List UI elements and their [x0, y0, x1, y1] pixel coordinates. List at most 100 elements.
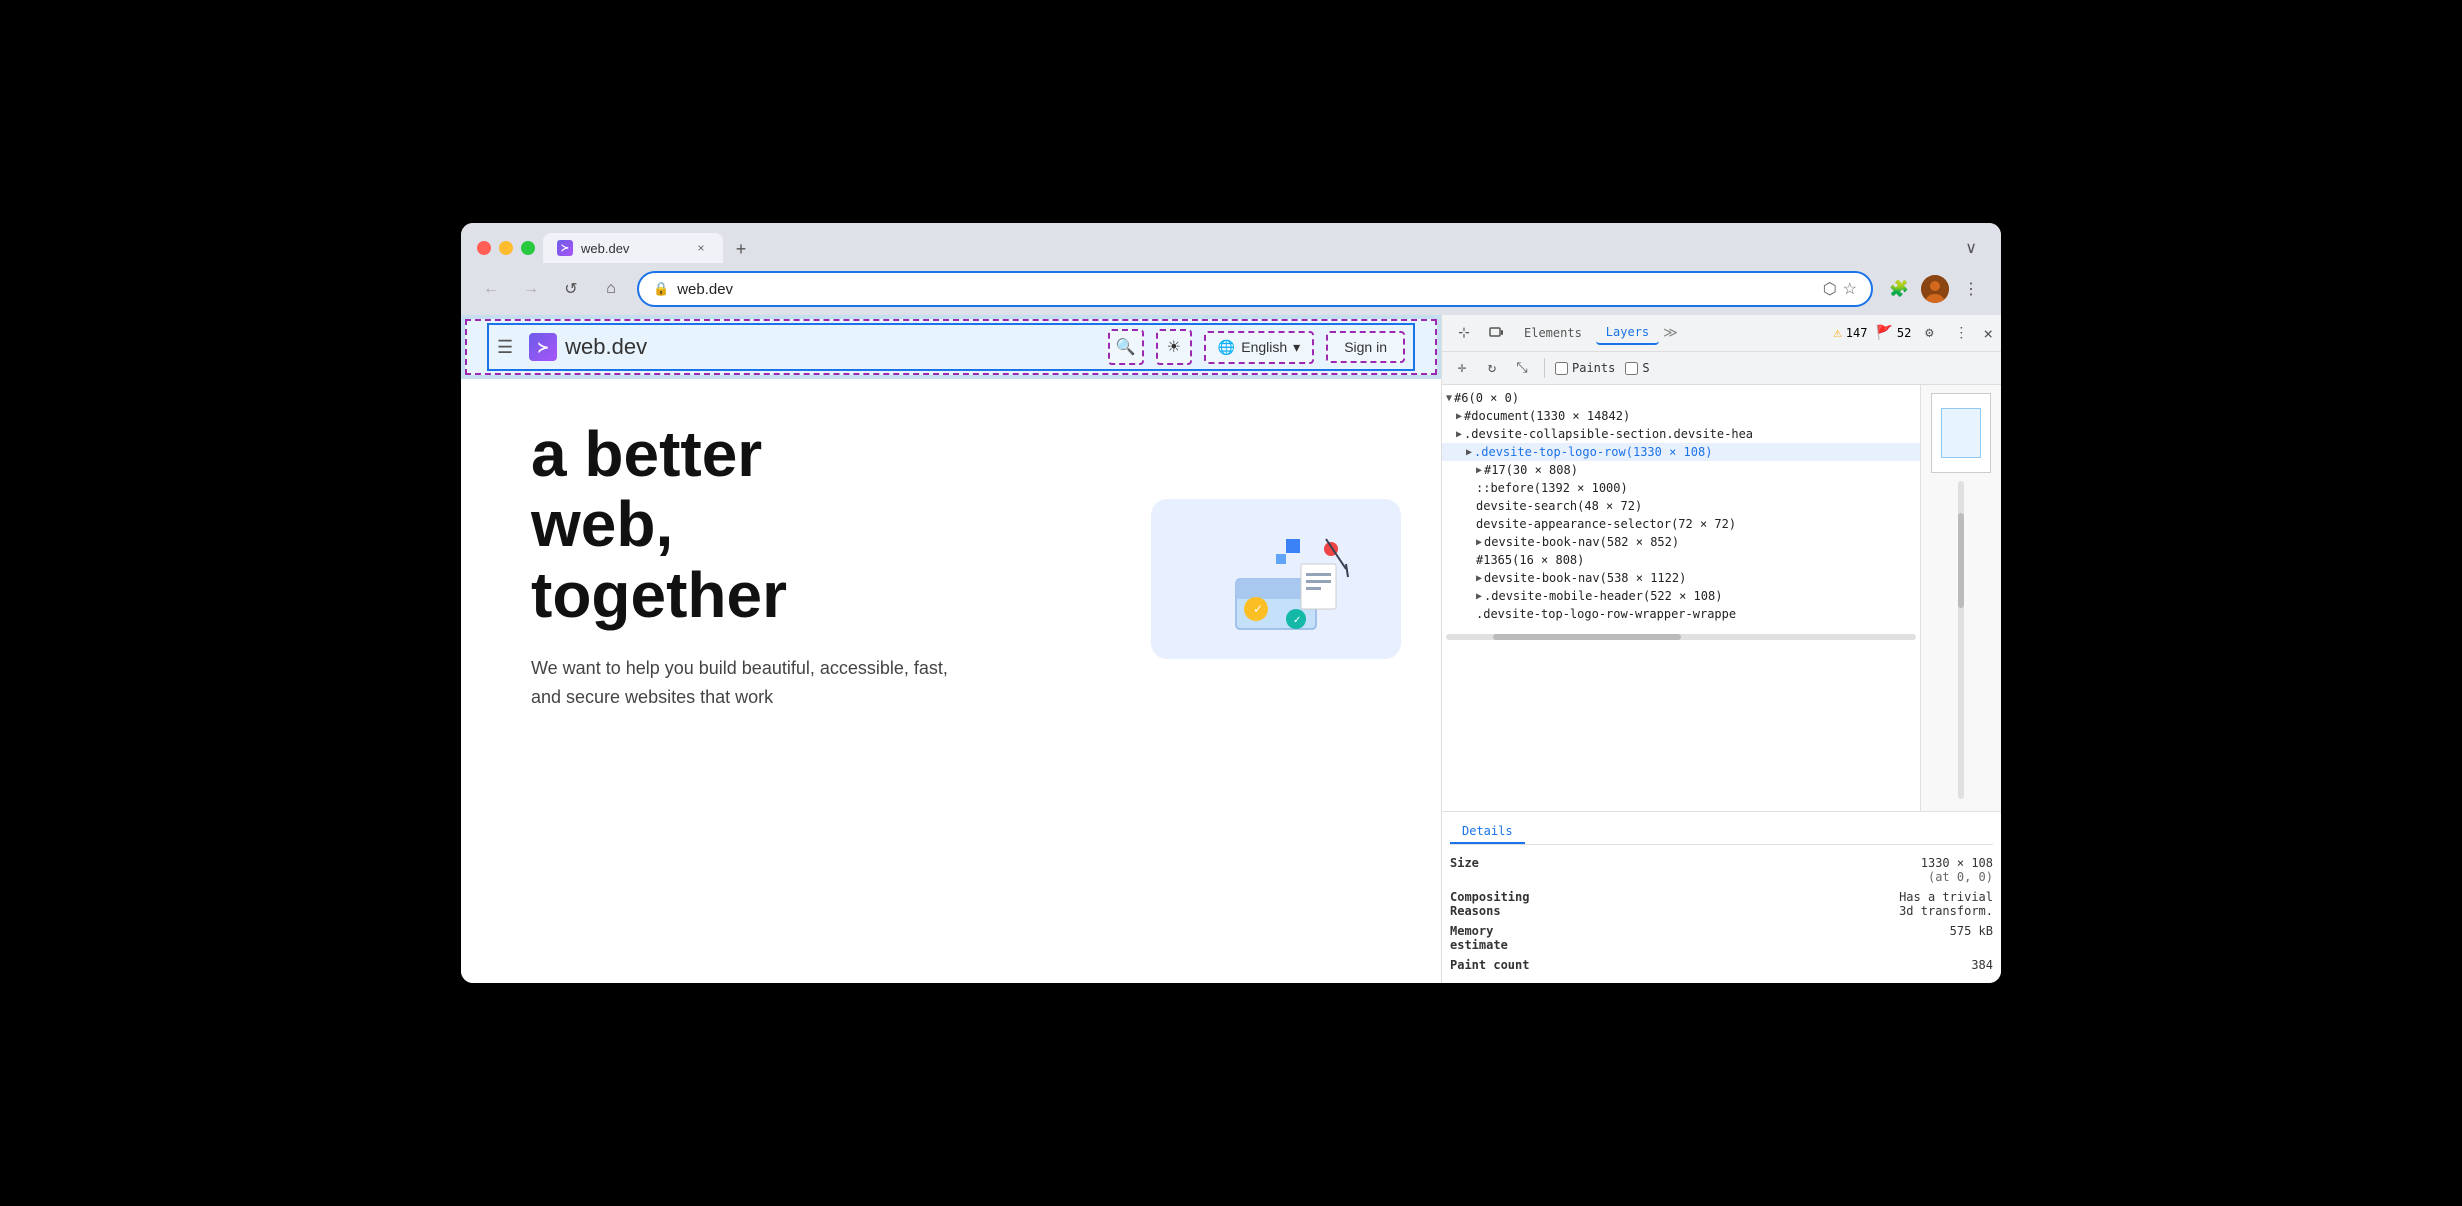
url-text: web.dev: [677, 281, 1815, 298]
devtools-close-button[interactable]: ×: [1983, 324, 1993, 343]
error-count[interactable]: 🚩 52: [1875, 325, 1911, 341]
layer-label: .devsite-top-logo-row-wrapper-wrappe: [1476, 607, 1736, 621]
hero-subtitle: We want to help you build beautiful, acc…: [531, 654, 971, 712]
webdev-nav-inner: ☰ ≻ web.dev 🔍 ☀: [487, 323, 1415, 371]
tab-close-button[interactable]: ×: [693, 240, 709, 256]
svg-text:✓: ✓: [1293, 615, 1301, 626]
home-button[interactable]: ⌂: [597, 275, 625, 303]
hero-title: a better web, together: [531, 419, 971, 630]
screenshot-icon[interactable]: ⬡: [1823, 279, 1837, 299]
paint-count-value: 384: [1971, 958, 1993, 972]
layer-label: devsite-book-nav(538 × 1122): [1484, 571, 1686, 585]
layer-label: devsite-book-nav(582 × 852): [1484, 535, 1679, 549]
devtools-toolbar: ⊹ Elements Layers ≫ ⚠ 147 🚩 52: [1442, 315, 2001, 352]
search-icon: 🔍: [1116, 337, 1136, 357]
layers-tree[interactable]: ▼ #6(0 × 0) ▶ #document(1330 × 14842) ▶ …: [1442, 385, 1921, 811]
slow-label: S: [1642, 361, 1649, 375]
address-bar[interactable]: 🔒 web.dev ⬡ ☆: [637, 271, 1873, 307]
layer-label: devsite-search(48 × 72): [1476, 499, 1642, 513]
layer-item[interactable]: ▶ #document(1330 × 14842): [1442, 407, 1920, 425]
layer-item[interactable]: devsite-appearance-selector(72 × 72): [1442, 515, 1920, 533]
layers-preview: [1921, 385, 2001, 811]
paints-checkbox[interactable]: Paints: [1555, 361, 1615, 375]
svg-text:✓: ✓: [1253, 602, 1263, 616]
paint-count-row: Paint count 384: [1450, 955, 1993, 975]
webdev-logo-text: web.dev: [565, 334, 647, 360]
inspect-element-button[interactable]: ⊹: [1450, 319, 1478, 347]
layer-root-label: #6(0 × 0): [1454, 391, 1519, 405]
warning-count[interactable]: ⚠ 147: [1833, 325, 1867, 341]
bookmark-icon[interactable]: ☆: [1843, 279, 1857, 299]
pan-button[interactable]: ✛: [1450, 356, 1474, 380]
layer-item-selected[interactable]: ▶ .devsite-top-logo-row(1330 × 108): [1442, 443, 1920, 461]
more-tabs-button[interactable]: ≫: [1663, 325, 1678, 341]
dropdown-arrow-icon: ▾: [1293, 339, 1300, 356]
collapse-button[interactable]: ∨: [1957, 234, 1985, 262]
arrow-icon: ▶: [1456, 429, 1462, 440]
layer-preview-inner: [1941, 408, 1981, 458]
layer-item[interactable]: ▶ .devsite-mobile-header(522 × 108): [1442, 587, 1920, 605]
slow-checkbox[interactable]: S: [1625, 361, 1649, 375]
layer-item[interactable]: ▶ devsite-book-nav(582 × 852): [1442, 533, 1920, 551]
back-button[interactable]: ←: [477, 275, 505, 303]
details-tabs: Details: [1450, 820, 1993, 845]
main-area: ⊞ div.devsite-top-logo-row 665 × 48 ☰ ≻ …: [461, 315, 2001, 983]
close-traffic-light[interactable]: [477, 241, 491, 255]
language-label: English: [1241, 339, 1287, 355]
layer-item[interactable]: .devsite-top-logo-row-wrapper-wrappe: [1442, 605, 1920, 623]
paints-checkbox-input[interactable]: [1555, 362, 1568, 375]
forward-button[interactable]: →: [517, 275, 545, 303]
paint-count-label: Paint count: [1450, 958, 1570, 972]
hamburger-icon[interactable]: ☰: [497, 337, 513, 358]
hero-content: a better web, together We want to help y…: [491, 399, 1011, 732]
extensions-icon[interactable]: 🧩: [1885, 275, 1913, 303]
slow-checkbox-input[interactable]: [1625, 362, 1638, 375]
theme-button[interactable]: ☀: [1156, 329, 1192, 365]
search-button[interactable]: 🔍: [1108, 329, 1144, 365]
size-value: 1330 × 108 (at 0, 0): [1921, 856, 1993, 884]
layer-item[interactable]: ▶ #17(30 × 808): [1442, 461, 1920, 479]
layer-label: .devsite-collapsible-section.devsite-hea: [1464, 427, 1753, 441]
device-toolbar-button[interactable]: [1482, 319, 1510, 347]
scale-button[interactable]: ⤡: [1510, 356, 1534, 380]
layer-item[interactable]: ▶ .devsite-collapsible-section.devsite-h…: [1442, 425, 1920, 443]
webdev-logo[interactable]: ≻ web.dev: [529, 333, 647, 361]
tabs-row: ≻ web.dev × +: [543, 233, 755, 263]
layer-label: ::before(1392 × 1000): [1476, 481, 1628, 495]
arrow-icon: ▶: [1476, 591, 1482, 602]
toolbar-divider: [1544, 358, 1545, 378]
devtools-settings-button[interactable]: ⚙: [1915, 319, 1943, 347]
reload-button[interactable]: ↺: [557, 275, 585, 303]
layers-toolbar: ✛ ↻ ⤡ Paints S: [1442, 352, 2001, 385]
chrome-menu-icon[interactable]: ⋮: [1957, 275, 1985, 303]
layer-item[interactable]: devsite-search(48 × 72): [1442, 497, 1920, 515]
profile-avatar[interactable]: [1921, 275, 1949, 303]
layer-item[interactable]: ::before(1392 × 1000): [1442, 479, 1920, 497]
signin-button[interactable]: Sign in: [1326, 331, 1405, 363]
browser-tab[interactable]: ≻ web.dev ×: [543, 233, 723, 263]
new-tab-button[interactable]: +: [727, 235, 755, 263]
layer-preview-box: [1931, 393, 1991, 473]
layer-label: #1365(16 × 808): [1476, 553, 1584, 567]
layer-root[interactable]: ▼ #6(0 × 0): [1442, 389, 1920, 407]
layer-label: #document(1330 × 14842): [1464, 409, 1630, 423]
language-button[interactable]: 🌐 English ▾: [1204, 331, 1314, 364]
hero-illustration: ✓ ✓: [1151, 499, 1401, 659]
browser-window: ≻ web.dev × + ∨ ← → ↺ ⌂ 🔒 web.dev ⬡ ☆ 🧩: [461, 223, 2001, 983]
memory-value: 575 kB: [1950, 924, 1993, 952]
compositing-label: CompositingReasons: [1450, 890, 1570, 918]
layer-item[interactable]: #1365(16 × 808): [1442, 551, 1920, 569]
minimize-traffic-light[interactable]: [499, 241, 513, 255]
layer-label: #17(30 × 808): [1484, 463, 1578, 477]
layer-item[interactable]: ▶ devsite-book-nav(538 × 1122): [1442, 569, 1920, 587]
arrow-icon: ▶: [1476, 465, 1482, 476]
details-tab[interactable]: Details: [1450, 820, 1525, 844]
tab-layers[interactable]: Layers: [1596, 321, 1659, 345]
tab-elements[interactable]: Elements: [1514, 322, 1592, 344]
webdev-nav-actions: 🔍 ☀ 🌐 English ▾ Sign in: [1108, 329, 1405, 365]
error-icon: 🚩: [1875, 325, 1892, 341]
maximize-traffic-light[interactable]: [521, 241, 535, 255]
rotate-button[interactable]: ↻: [1480, 356, 1504, 380]
compositing-value: Has a trivial3d transform.: [1899, 890, 1993, 918]
devtools-more-button[interactable]: ⋮: [1947, 319, 1975, 347]
